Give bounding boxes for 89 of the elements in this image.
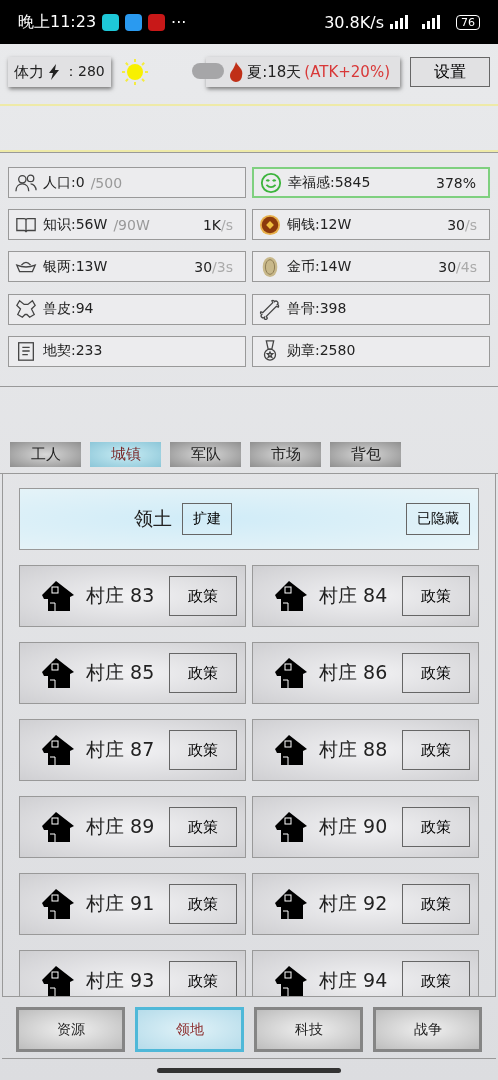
policy-button[interactable]: 政策 (402, 884, 470, 924)
resource-value: 勋章:2580 (287, 342, 356, 361)
resource-value: 兽皮:94 (43, 300, 94, 319)
resource-value: 地契:233 (43, 342, 103, 361)
clock: 晚上11:23 (18, 11, 97, 33)
resource-max: /90W (113, 216, 150, 233)
tab[interactable]: 城镇 (90, 442, 161, 467)
coin-icon (259, 213, 281, 236)
tab[interactable]: 工人 (10, 442, 81, 467)
smiley-icon (260, 171, 282, 194)
village-name: 村庄 90 (319, 814, 388, 839)
village-name: 村庄 83 (86, 583, 155, 608)
rate-unit: /s (221, 216, 233, 233)
village-name: 村庄 85 (86, 660, 155, 685)
resource-value: 铜钱:12W (287, 215, 352, 234)
house-icon (273, 887, 309, 921)
house-icon (40, 887, 76, 921)
village-name: 村庄 87 (86, 737, 155, 762)
status-pill (192, 63, 225, 79)
village-name: 村庄 89 (86, 814, 155, 839)
policy-button[interactable]: 政策 (169, 807, 237, 847)
policy-button[interactable]: 政策 (169, 653, 237, 693)
policy-button[interactable]: 政策 (402, 730, 470, 770)
network-speed: 30.8K/s (324, 12, 384, 32)
expand-button[interactable]: 扩建 (182, 503, 232, 535)
house-icon (40, 579, 76, 613)
resource-rate: 1K (202, 216, 221, 233)
policy-button[interactable]: 政策 (169, 576, 237, 616)
resource-value: 幸福感:5845 (288, 173, 371, 192)
policy-button[interactable]: 政策 (169, 730, 237, 770)
app-icon (148, 13, 166, 31)
bone-icon (259, 298, 281, 321)
house-icon (40, 964, 76, 996)
resource-value: 银两:13W (43, 257, 108, 276)
nav-button[interactable]: 科技 (254, 1007, 363, 1052)
policy-button[interactable]: 政策 (169, 884, 237, 924)
village-name: 村庄 88 (319, 737, 388, 762)
tab[interactable]: 背包 (330, 442, 401, 467)
nav-button[interactable]: 领地 (135, 1007, 244, 1052)
nav-button[interactable]: 战争 (373, 1007, 482, 1052)
house-icon (40, 656, 76, 690)
resource-rate: 30 (447, 216, 465, 233)
resource-max: /500 (90, 174, 123, 191)
resource-rate: 30 (194, 258, 213, 275)
policy-button[interactable]: 政策 (402, 807, 470, 847)
settings-button[interactable]: 设置 (410, 57, 490, 87)
season-text: 夏:18天 (247, 62, 302, 82)
territory-title: 领土 (134, 506, 172, 531)
village-name: 村庄 92 (319, 891, 388, 916)
sun-icon (120, 58, 149, 86)
stamina-value: ：280 (64, 63, 105, 81)
rate-unit: /s (465, 216, 477, 233)
resource-rate: 378% (435, 174, 476, 191)
village-name: 村庄 94 (319, 968, 388, 993)
resource-value: 知识:56W (43, 215, 108, 234)
house-icon (40, 733, 76, 767)
resource-value: 金币:14W (287, 257, 352, 276)
hide-icon (15, 298, 37, 321)
tab[interactable]: 军队 (170, 442, 241, 467)
resource-value: 人口:0 (43, 173, 85, 192)
more-indicator: ··· (171, 12, 187, 32)
nav-button[interactable]: 资源 (16, 1007, 125, 1052)
house-icon (273, 733, 309, 767)
village-name: 村庄 91 (86, 891, 155, 916)
village-name: 村庄 84 (319, 583, 388, 608)
house-icon (273, 964, 309, 996)
battery-indicator: 76 (456, 14, 480, 30)
rate-unit: /3s (212, 258, 233, 275)
tab[interactable]: 市场 (250, 442, 321, 467)
policy-button[interactable]: 政策 (169, 961, 237, 996)
app-icon (125, 13, 143, 31)
lightning-icon (48, 64, 60, 80)
house-icon (273, 579, 309, 613)
resource-value: 兽骨:398 (287, 300, 347, 319)
app-icon (102, 13, 120, 31)
house-icon (273, 656, 309, 690)
policy-button[interactable]: 政策 (402, 576, 470, 616)
resource-rate: 30 (438, 258, 457, 275)
house-icon (40, 810, 76, 844)
house-icon (273, 810, 309, 844)
rate-unit: /4s (456, 258, 477, 275)
village-name: 村庄 86 (319, 660, 388, 685)
policy-button[interactable]: 政策 (402, 961, 470, 996)
season-bonus: (ATK+20%) (304, 63, 390, 81)
hidden-toggle-button[interactable]: 已隐藏 (406, 503, 470, 535)
document-icon (15, 340, 37, 363)
village-name: 村庄 93 (86, 968, 155, 993)
policy-button[interactable]: 政策 (402, 653, 470, 693)
stamina-label: 体力 (14, 62, 44, 82)
